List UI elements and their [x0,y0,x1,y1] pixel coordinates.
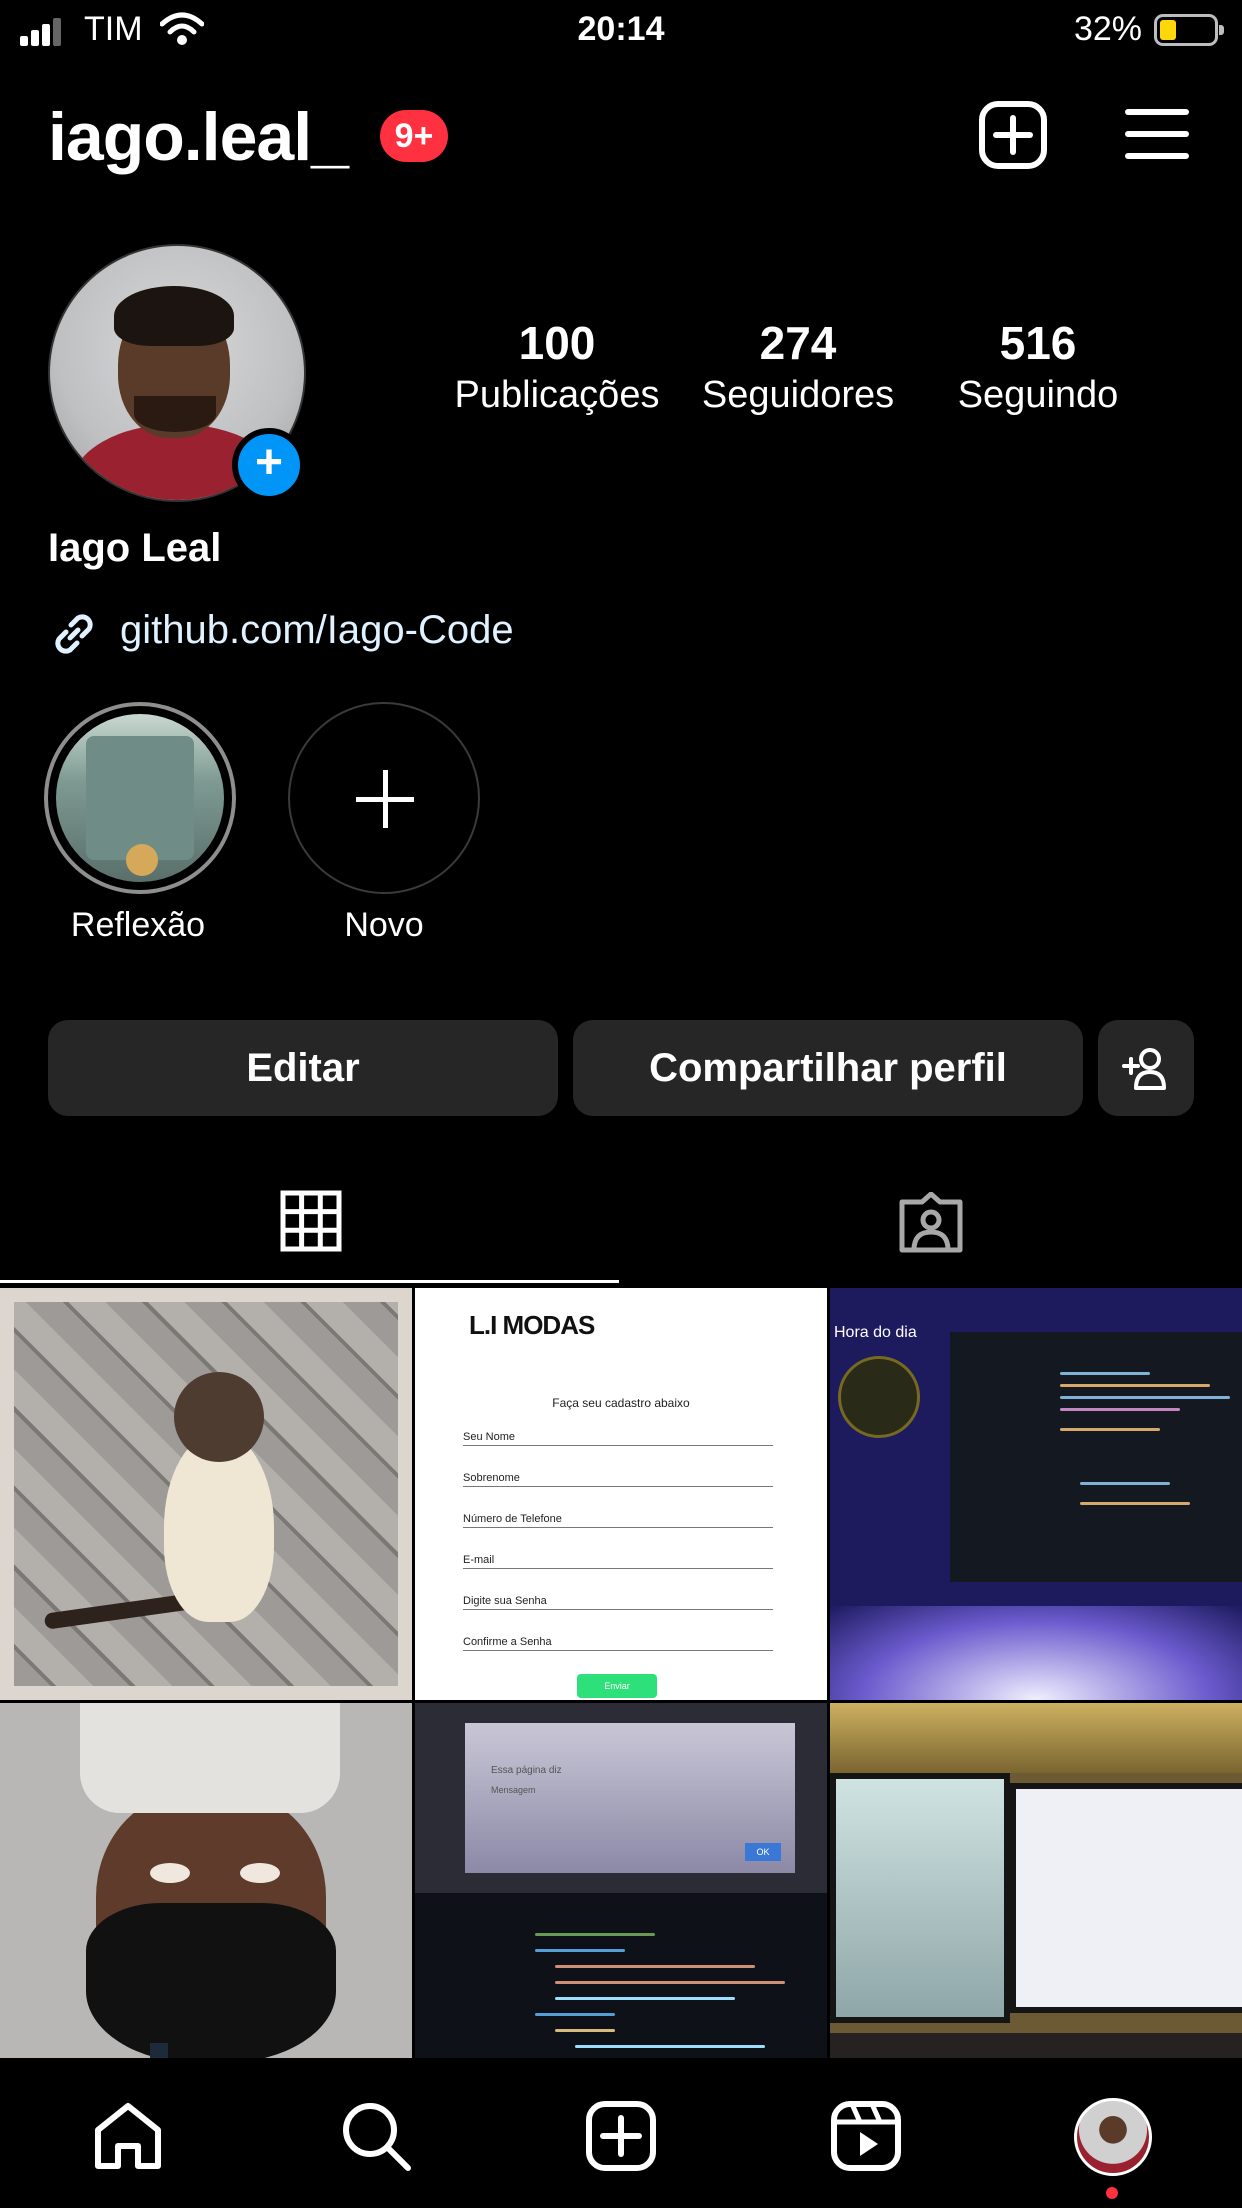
profile-full-name: Iago Leal [48,526,222,570]
share-profile-button[interactable]: Compartilhar perfil [573,1020,1083,1116]
stat-followers[interactable]: 274 Seguidores [688,316,908,417]
post-thumbnail[interactable]: L.I MODAS Faça seu cadastro abaixo Seu N… [415,1288,827,1700]
post-thumbnail[interactable]: Essa página diz Mensagem OK [415,1703,827,2115]
highlight-label: Novo [344,906,424,944]
stat-followers-value: 274 [759,317,837,369]
battery-percent: 32% [1073,10,1142,48]
stat-following-value: 516 [999,317,1077,369]
tagged-icon [899,1192,963,1253]
form-field: Número de Telefone [463,1513,773,1528]
grid-icon [280,1190,342,1252]
form-field: Sobrenome [463,1472,773,1487]
form-field: Confirme a Senha [463,1636,773,1651]
notification-badge[interactable]: 9+ [380,110,448,162]
highlight-new[interactable] [288,702,480,894]
stat-followers-label: Seguidores [701,374,895,416]
post-thumbnail[interactable] [0,1703,412,2115]
form-title: Faça seu cadastro abaixo [552,1396,690,1410]
link-icon [55,614,93,654]
home-icon[interactable] [92,2100,164,2172]
stat-following[interactable]: 516 Seguindo [928,316,1148,417]
profile-link[interactable]: github.com/Iago-Code [120,608,514,653]
tab-tagged[interactable] [621,1170,1242,1280]
search-icon[interactable] [340,2100,412,2172]
form-field: Digite sua Senha [463,1595,773,1610]
post-thumbnail[interactable]: Hora do dia [830,1288,1242,1700]
form-logo: L.I MODAS [469,1310,595,1340]
reels-icon[interactable] [830,2100,902,2172]
battery-icon [1154,14,1224,46]
profile-username[interactable]: iago.leal_ [48,98,349,176]
form-submit: Enviar [577,1674,657,1698]
status-time: 20:14 [577,10,665,48]
add-story-icon[interactable]: + [232,428,306,502]
stat-posts-value: 100 [518,317,596,369]
discover-people-button[interactable] [1098,1020,1194,1116]
add-person-icon [1122,1048,1166,1090]
status-bar: TIM 20:14 32% [0,0,1242,64]
create-icon[interactable] [585,2100,657,2172]
alert-ok: OK [745,1843,781,1861]
highlight-label: Reflexão [70,906,206,944]
alert-title: Essa página diz [491,1765,562,1776]
stat-posts-label: Publicações [454,374,660,416]
stat-following-label: Seguindo [957,374,1119,416]
post-thumbnail[interactable] [0,1288,412,1700]
stat-posts[interactable]: 100 Publicações [447,316,667,417]
post-thumbnail[interactable] [830,1703,1242,2115]
clock-app-title: Hora do dia [834,1324,917,1341]
highlight-reflexao[interactable] [44,702,236,894]
profile-tab-avatar[interactable] [1074,2098,1152,2176]
alert-dialog: Essa página diz Mensagem OK [465,1723,795,1873]
menu-icon[interactable] [1124,104,1190,164]
form-field: E-mail [463,1554,773,1569]
form-field: Seu Nome [463,1431,773,1446]
tab-posts-grid[interactable] [0,1170,621,1280]
active-tab-indicator [0,1280,619,1283]
active-indicator-dot [1106,2187,1118,2199]
code-editor [950,1332,1242,1582]
clock-face [838,1356,920,1438]
alert-message: Mensagem [491,1785,536,1795]
add-post-icon[interactable] [978,100,1048,170]
edit-profile-button[interactable]: Editar [48,1020,558,1116]
